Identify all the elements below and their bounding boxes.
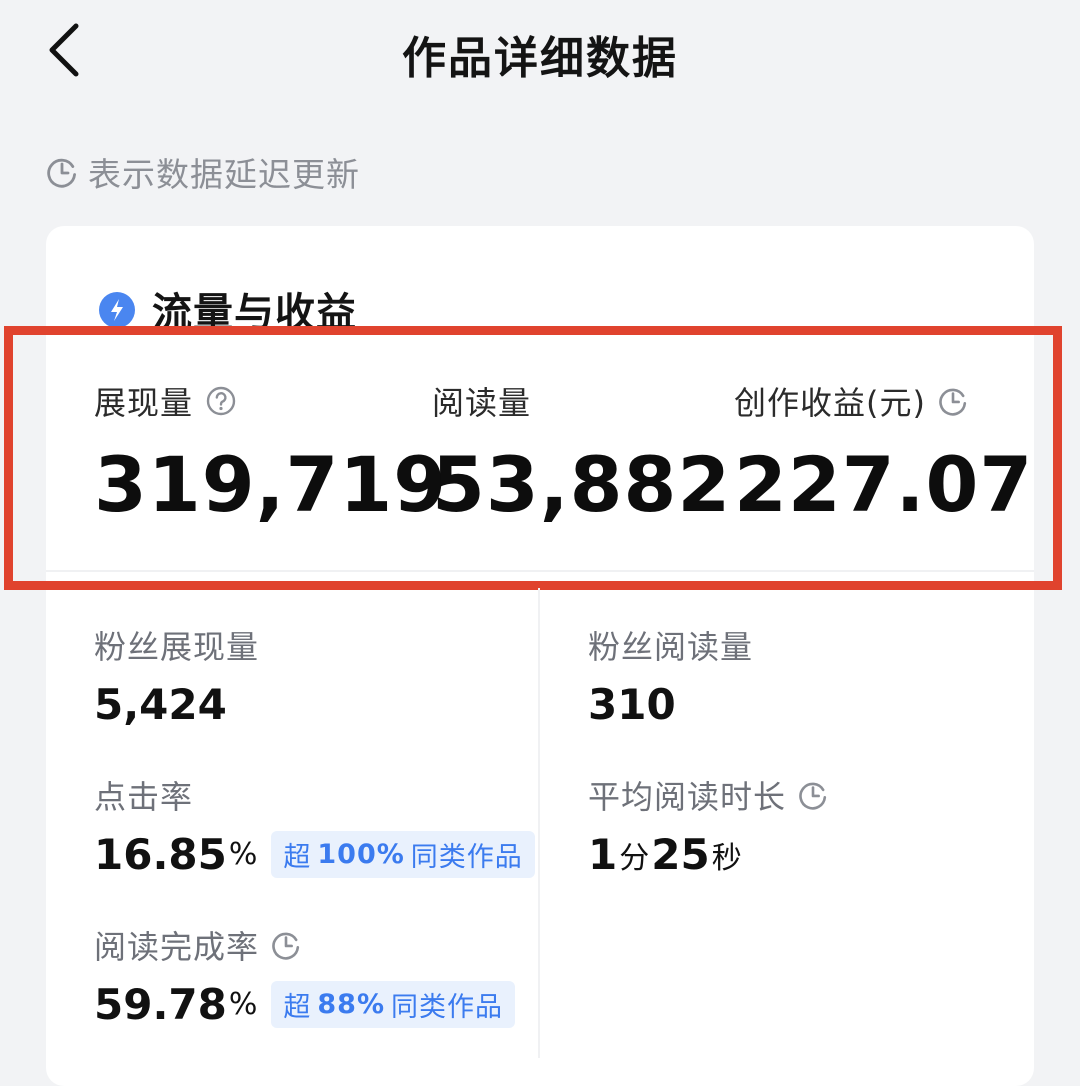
stat-label: 点击率: [94, 778, 194, 816]
stat-value: 16.85: [94, 830, 227, 879]
percent-unit: %: [228, 987, 258, 1022]
badge-prefix: 超: [283, 842, 312, 873]
row-divider: [46, 570, 1034, 572]
column-divider: [538, 588, 540, 1058]
stat-fan-impressions[interactable]: 粉丝展现量 5,424: [94, 622, 259, 729]
stat-label: 粉丝阅读量: [588, 628, 754, 666]
stat-value: 5,424: [94, 680, 227, 729]
seconds-value: 25: [651, 830, 710, 879]
minutes-unit: 分: [619, 840, 650, 876]
percent-unit: %: [228, 837, 258, 872]
delay-notice-text: 表示数据延迟更新: [88, 155, 360, 194]
badge-value: 88%: [317, 989, 386, 1020]
stat-avg-read-time[interactable]: 平均阅读时长 1 分 25 秒: [588, 772, 828, 879]
stat-fan-reads[interactable]: 粉丝阅读量 310: [588, 622, 753, 729]
stat-completion-rate[interactable]: 阅读完成率 59.78 % 超 88% 同类作品: [94, 922, 516, 1029]
minutes-value: 1: [588, 830, 618, 879]
badge-suffix: 同类作品: [391, 992, 504, 1023]
delay-notice: 表示数据延迟更新: [46, 150, 360, 194]
stat-value: 310: [588, 680, 676, 729]
stat-label: 阅读完成率: [94, 928, 260, 966]
comparison-badge: 超 100% 同类作品: [271, 831, 535, 878]
stat-ctr[interactable]: 点击率 16.85 % 超 100% 同类作品: [94, 772, 535, 879]
clock-icon: [272, 932, 300, 960]
lightning-drop-icon: [99, 292, 135, 328]
stat-label: 粉丝展现量: [94, 628, 260, 666]
header-bar: 作品详细数据: [0, 0, 1080, 100]
badge-suffix: 同类作品: [410, 842, 523, 873]
badge-prefix: 超: [283, 992, 312, 1023]
clock-icon: [799, 782, 827, 810]
stat-value: 59.78: [94, 980, 227, 1029]
badge-value: 100%: [317, 839, 405, 870]
seconds-unit: 秒: [711, 840, 742, 876]
clock-icon: [47, 158, 76, 188]
comparison-badge: 超 88% 同类作品: [271, 981, 516, 1028]
stat-label: 平均阅读时长: [588, 778, 787, 816]
page-title: 作品详细数据: [402, 33, 678, 84]
highlight-box: [4, 326, 1062, 590]
